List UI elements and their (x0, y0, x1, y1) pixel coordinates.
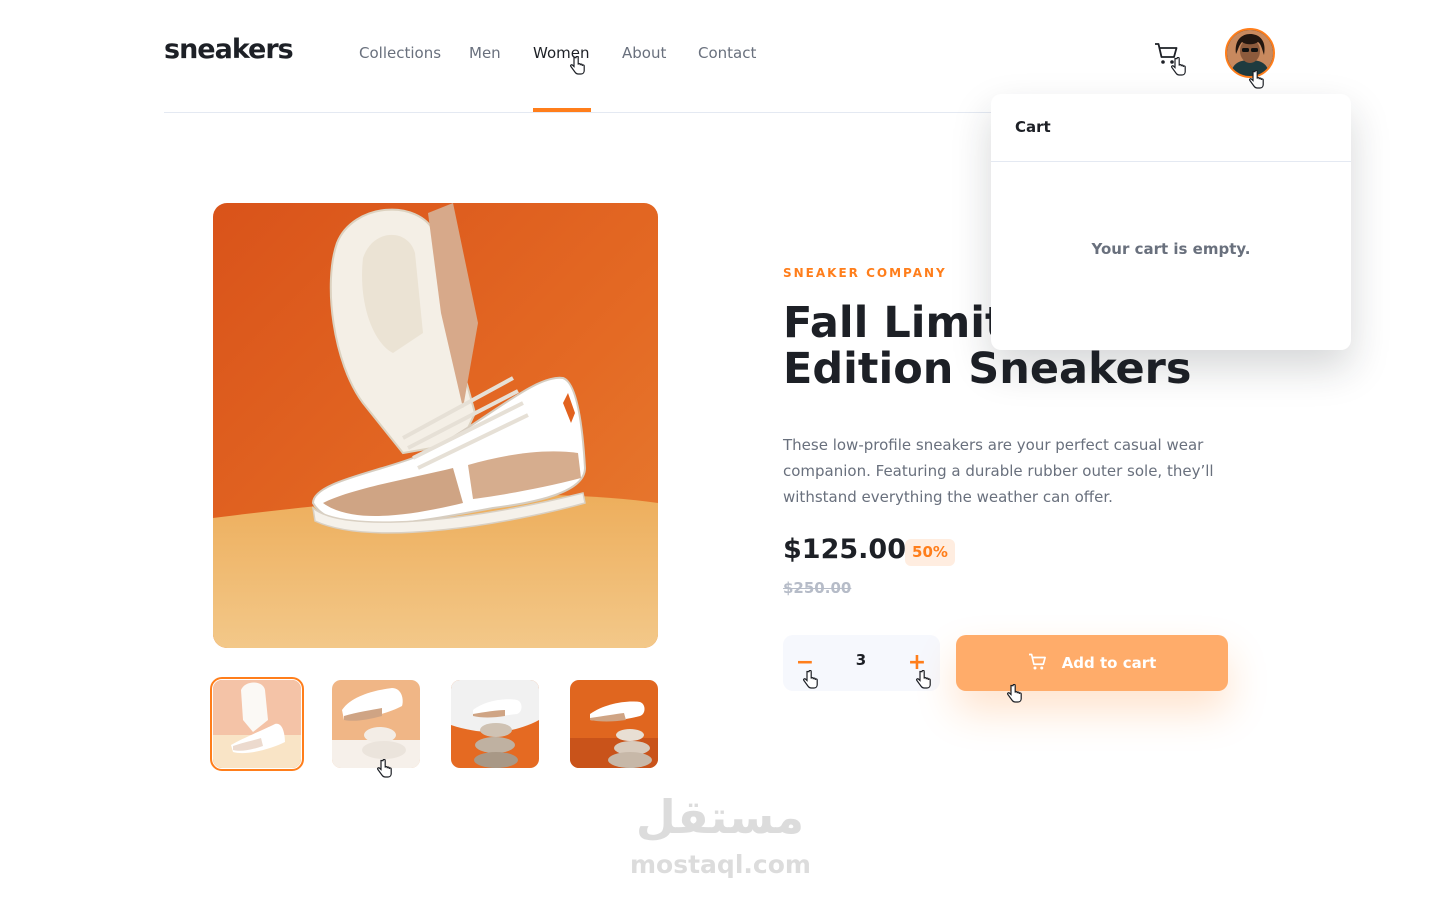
hand-cursor-icon (803, 670, 818, 689)
cart-empty-message: Your cart is empty. (1091, 240, 1251, 258)
hand-cursor-icon (1249, 70, 1264, 89)
company-name: SNEAKER COMPANY (783, 266, 947, 280)
product-thumbnail-3[interactable] (451, 680, 539, 768)
product-main-image[interactable] (213, 203, 658, 648)
hand-cursor-icon (570, 56, 585, 75)
brand-logo[interactable]: sneakers (164, 34, 294, 65)
cart-icon (1028, 653, 1046, 669)
product-thumbnail-1[interactable] (210, 677, 304, 771)
watermark-latin: mostaql.com (630, 850, 811, 879)
product-thumbnail-4[interactable] (570, 680, 658, 768)
nav-men[interactable]: Men (469, 44, 501, 62)
hand-cursor-icon (1007, 684, 1022, 703)
cart-title: Cart (1015, 118, 1051, 136)
nav-contact[interactable]: Contact (698, 44, 756, 62)
original-price: $250.00 (783, 579, 852, 597)
watermark-arabic: مستقل (635, 790, 805, 844)
hand-cursor-icon (1171, 57, 1186, 76)
product-description: These low-profile sneakers are your perf… (783, 436, 1214, 506)
current-price: $125.00 (783, 534, 906, 565)
add-to-cart-button[interactable]: Add to cart (956, 635, 1228, 691)
cart-divider (991, 161, 1351, 162)
quantity-value: 3 (855, 651, 867, 669)
nav-about[interactable]: About (622, 44, 666, 62)
add-to-cart-label: Add to cart (1061, 654, 1157, 672)
nav-collections[interactable]: Collections (359, 44, 441, 62)
product-thumbnail-2[interactable] (332, 680, 420, 768)
discount-badge: 50% (905, 539, 955, 566)
hand-cursor-icon (377, 759, 392, 778)
hand-cursor-icon (916, 670, 931, 689)
cart-dropdown: Cart Your cart is empty. (991, 94, 1351, 350)
